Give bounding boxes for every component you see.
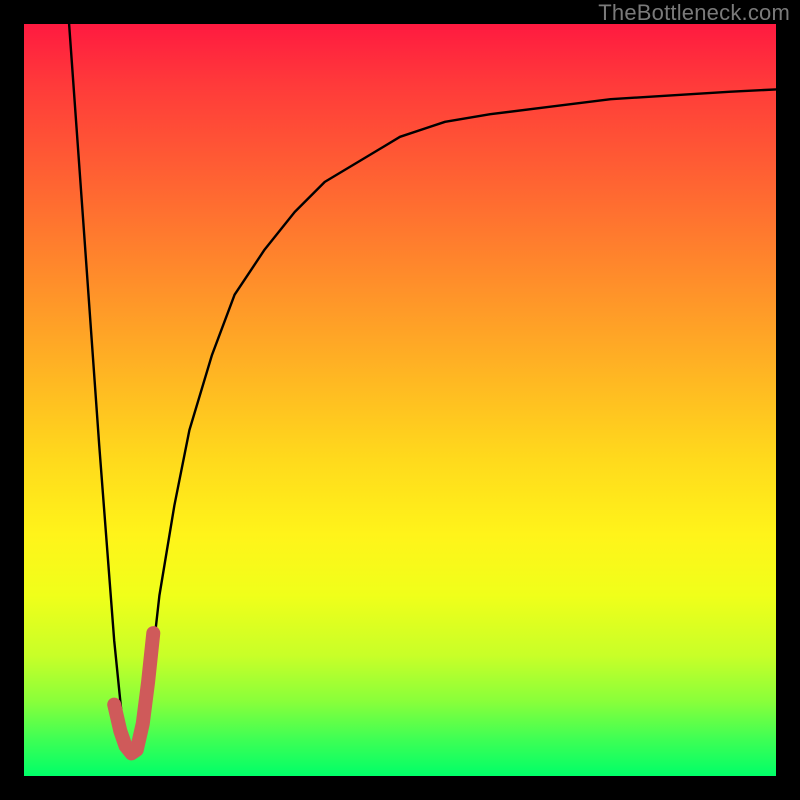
bottleneck-curve [69, 24, 776, 753]
watermark-text: TheBottleneck.com [598, 0, 790, 26]
curve-layer [24, 24, 776, 776]
outer-frame: TheBottleneck.com [0, 0, 800, 800]
